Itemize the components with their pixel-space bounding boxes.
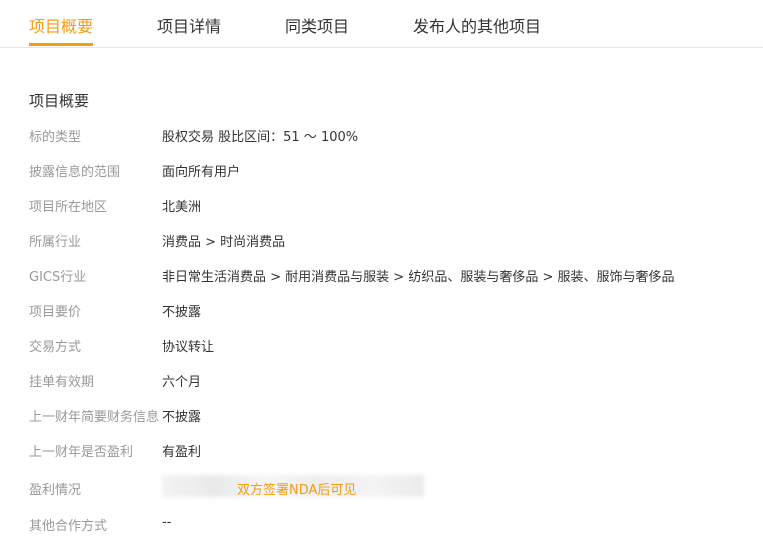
row-value: 六个月 — [162, 375, 202, 390]
row-label: 上一财年是否盈利 — [29, 445, 134, 460]
row-value: 消费品 > 时尚消费品 — [162, 235, 286, 250]
row-value: 股权交易 股比区间：51 ～ 100% — [162, 130, 359, 145]
row-label: 披露信息的范围 — [29, 165, 121, 180]
row-value: 不披露 — [162, 410, 202, 425]
row-label: 项目所在地区 — [29, 200, 108, 215]
info-row-listing-validity: 挂单有效期 六个月 — [29, 371, 749, 391]
info-row-asking-price: 项目要价 不披露 — [29, 301, 749, 321]
info-row-gics-industry: GICS行业 非日常生活消费品 > 耐用消费品与服装 > 纺织品、服装与奢侈品 … — [29, 266, 749, 286]
row-label: 项目要价 — [29, 305, 82, 320]
tab-project-details[interactable]: 项目详情 — [157, 17, 221, 37]
info-row-target-type: 标的类型 股权交易 股比区间：51 ～ 100% — [29, 126, 749, 146]
info-row-financial-info: 上一财年简要财务信息 不披露 — [29, 406, 749, 426]
row-label: 盈利情况 — [29, 483, 82, 498]
row-value: 面向所有用户 — [162, 165, 241, 180]
section-title: 项目概要 — [29, 92, 90, 110]
tab-project-summary[interactable]: 项目概要 — [29, 17, 93, 37]
row-value: 非日常生活消费品 > 耐用消费品与服装 > 纺织品、服装与奢侈品 > 服装、服饰… — [162, 270, 675, 285]
info-row-transaction-method: 交易方式 协议转让 — [29, 336, 749, 356]
info-row-industry: 所属行业 消费品 > 时尚消费品 — [29, 231, 749, 251]
tab-publisher-other-projects[interactable]: 发布人的其他项目 — [413, 17, 541, 37]
active-tab-indicator — [29, 43, 93, 46]
row-label: 挂单有效期 — [29, 375, 95, 390]
info-row-profit-status: 盈利情况 双方签署NDA后可见 — [29, 475, 749, 499]
row-label: 所属行业 — [29, 235, 82, 250]
row-value: 不披露 — [162, 305, 202, 320]
info-row-region: 项目所在地区 北美洲 — [29, 196, 749, 216]
row-label: 交易方式 — [29, 340, 82, 355]
row-label: 其他合作方式 — [29, 519, 108, 534]
row-value: 有盈利 — [162, 445, 202, 460]
info-row-profitable: 上一财年是否盈利 有盈利 — [29, 441, 749, 461]
row-value: -- — [162, 515, 172, 530]
nda-notice: 双方签署NDA后可见 — [237, 483, 357, 498]
row-value: 协议转让 — [162, 340, 215, 355]
tab-similar-projects[interactable]: 同类项目 — [285, 17, 349, 37]
row-value: 北美洲 — [162, 200, 202, 215]
row-label: 上一财年简要财务信息 — [29, 410, 160, 425]
info-row-disclosure-scope: 披露信息的范围 面向所有用户 — [29, 161, 749, 181]
row-label: 标的类型 — [29, 130, 82, 145]
row-label: GICS行业 — [29, 270, 87, 285]
info-row-other-cooperation: 其他合作方式 -- — [29, 515, 749, 535]
tab-bar: 项目概要 项目详情 同类项目 发布人的其他项目 — [0, 0, 763, 48]
